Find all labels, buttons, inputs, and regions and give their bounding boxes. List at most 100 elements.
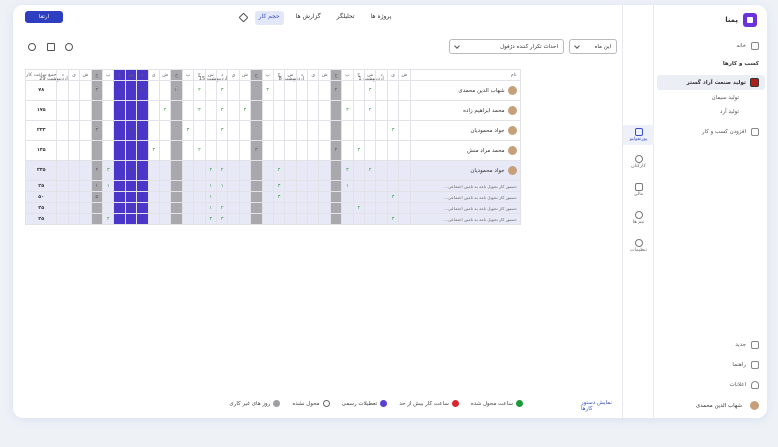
person-row[interactable]: ۱۴۵ ۳ ۲ ۳ ۲ ۳ محمد مراد منش — [24, 140, 521, 161]
day-cell[interactable] — [363, 202, 377, 214]
day-cell[interactable] — [170, 160, 183, 181]
day-cell[interactable] — [329, 202, 343, 214]
day-cell[interactable] — [147, 100, 161, 121]
day-cell[interactable]: ۱ — [102, 180, 115, 192]
day-cell[interactable] — [170, 191, 183, 203]
day-cell[interactable] — [147, 120, 161, 141]
day-cell[interactable] — [158, 140, 172, 161]
task-row[interactable]: ۲۵ ۱ ۱ ۱ ۱ ۳ ۱ دستور کار تحویل نامه به تامین اج… — [24, 180, 521, 192]
day-cell[interactable]: ۲ — [363, 160, 377, 181]
row-name[interactable]: دستور کار تحویل نامه به تامین اجتماعی... — [409, 202, 521, 214]
day-cell[interactable] — [250, 202, 263, 214]
day-cell[interactable] — [398, 213, 411, 225]
day-cell[interactable]: ۲ — [215, 160, 229, 181]
day-cell[interactable] — [113, 120, 126, 141]
day-cell[interactable] — [307, 180, 320, 192]
day-cell[interactable] — [79, 202, 92, 214]
day-cell[interactable] — [124, 100, 138, 121]
day-cell[interactable] — [284, 100, 297, 121]
notifications-button[interactable]: اعلانات — [730, 381, 759, 389]
day-cell[interactable] — [67, 202, 81, 214]
day-cell[interactable] — [272, 140, 286, 161]
day-cell[interactable] — [227, 202, 240, 214]
day-cell[interactable] — [193, 213, 206, 225]
day-cell[interactable] — [250, 80, 263, 101]
day-cell[interactable] — [363, 180, 377, 192]
day-cell[interactable] — [250, 160, 263, 181]
day-cell[interactable] — [318, 140, 331, 161]
day-cell[interactable] — [79, 140, 92, 161]
day-cell[interactable] — [79, 80, 92, 101]
day-cell[interactable] — [90, 202, 104, 214]
day-cell[interactable]: ۳ — [181, 120, 195, 141]
day-cell[interactable] — [238, 202, 252, 214]
day-cell[interactable]: ۳ — [90, 120, 104, 141]
day-cell[interactable] — [295, 202, 309, 214]
day-cell[interactable] — [227, 191, 240, 203]
day-cell[interactable] — [386, 160, 400, 181]
row-name[interactable]: دستور کار تحویل نامه به تامین اجتماعی... — [409, 191, 521, 203]
day-cell[interactable] — [398, 191, 411, 203]
day-cell[interactable] — [284, 191, 297, 203]
sidebar-item-home[interactable]: خانه — [736, 42, 759, 50]
day-cell[interactable] — [398, 140, 411, 161]
day-cell[interactable] — [272, 213, 286, 225]
day-cell[interactable] — [307, 100, 320, 121]
day-cell[interactable] — [124, 80, 138, 101]
day-cell[interactable] — [318, 213, 331, 225]
day-cell[interactable] — [56, 140, 69, 161]
day-cell[interactable] — [204, 140, 217, 161]
day-cell[interactable] — [67, 191, 81, 203]
day-cell[interactable] — [261, 191, 274, 203]
row-name[interactable]: محمد ابراهیم زاده — [409, 100, 521, 121]
day-cell[interactable] — [341, 140, 354, 161]
day-cell[interactable] — [352, 191, 366, 203]
day-cell[interactable]: ۲ — [158, 100, 172, 121]
day-cell[interactable] — [341, 80, 354, 101]
day-cell[interactable] — [329, 160, 343, 181]
day-cell[interactable]: ۲ — [90, 160, 104, 181]
day-cell[interactable] — [261, 213, 274, 225]
day-cell[interactable] — [193, 160, 206, 181]
day-cell[interactable]: ۳ — [238, 100, 252, 121]
day-cell[interactable]: ۳ — [386, 120, 400, 141]
day-cell[interactable]: ۲ — [102, 213, 115, 225]
day-cell[interactable] — [56, 80, 69, 101]
user-profile[interactable]: شهاب الدین محمدی — [696, 401, 759, 410]
day-cell[interactable]: ۲ — [352, 202, 366, 214]
day-cell[interactable] — [386, 202, 400, 214]
day-cell[interactable] — [295, 180, 309, 192]
day-cell[interactable] — [375, 213, 388, 225]
day-cell[interactable]: ۲ — [204, 160, 217, 181]
day-cell[interactable]: ۱ — [204, 202, 217, 214]
day-cell[interactable]: ۵ — [90, 191, 104, 203]
tab-analyst[interactable]: تحلیلگر — [333, 11, 359, 25]
day-cell[interactable] — [398, 180, 411, 192]
row-name[interactable]: محمد مراد منش — [409, 140, 521, 161]
day-cell[interactable] — [102, 80, 115, 101]
day-cell[interactable] — [318, 160, 331, 181]
day-cell[interactable] — [284, 140, 297, 161]
day-cell[interactable] — [124, 191, 138, 203]
day-cell[interactable]: ۳ — [386, 191, 400, 203]
day-cell[interactable] — [79, 160, 92, 181]
day-cell[interactable] — [147, 213, 161, 225]
day-cell[interactable] — [284, 160, 297, 181]
day-cell[interactable]: ۳ — [386, 213, 400, 225]
person-row[interactable]: ۲۴۳ ۳ ۳ ۳ ۳ ۳ جواد محمودیان — [24, 120, 521, 141]
day-cell[interactable] — [193, 120, 206, 141]
day-cell[interactable] — [250, 191, 263, 203]
day-cell[interactable] — [170, 180, 183, 192]
day-cell[interactable] — [193, 180, 206, 192]
day-cell[interactable] — [329, 213, 343, 225]
day-cell[interactable]: ۲ — [329, 80, 343, 101]
day-cell[interactable] — [398, 160, 411, 181]
day-cell[interactable] — [329, 180, 343, 192]
day-cell[interactable] — [113, 140, 126, 161]
day-cell[interactable] — [67, 120, 81, 141]
day-cell[interactable] — [295, 100, 309, 121]
guide-button[interactable]: راهنما — [732, 361, 759, 369]
day-cell[interactable] — [375, 160, 388, 181]
day-cell[interactable] — [136, 191, 149, 203]
day-cell[interactable]: ۲ — [363, 100, 377, 121]
